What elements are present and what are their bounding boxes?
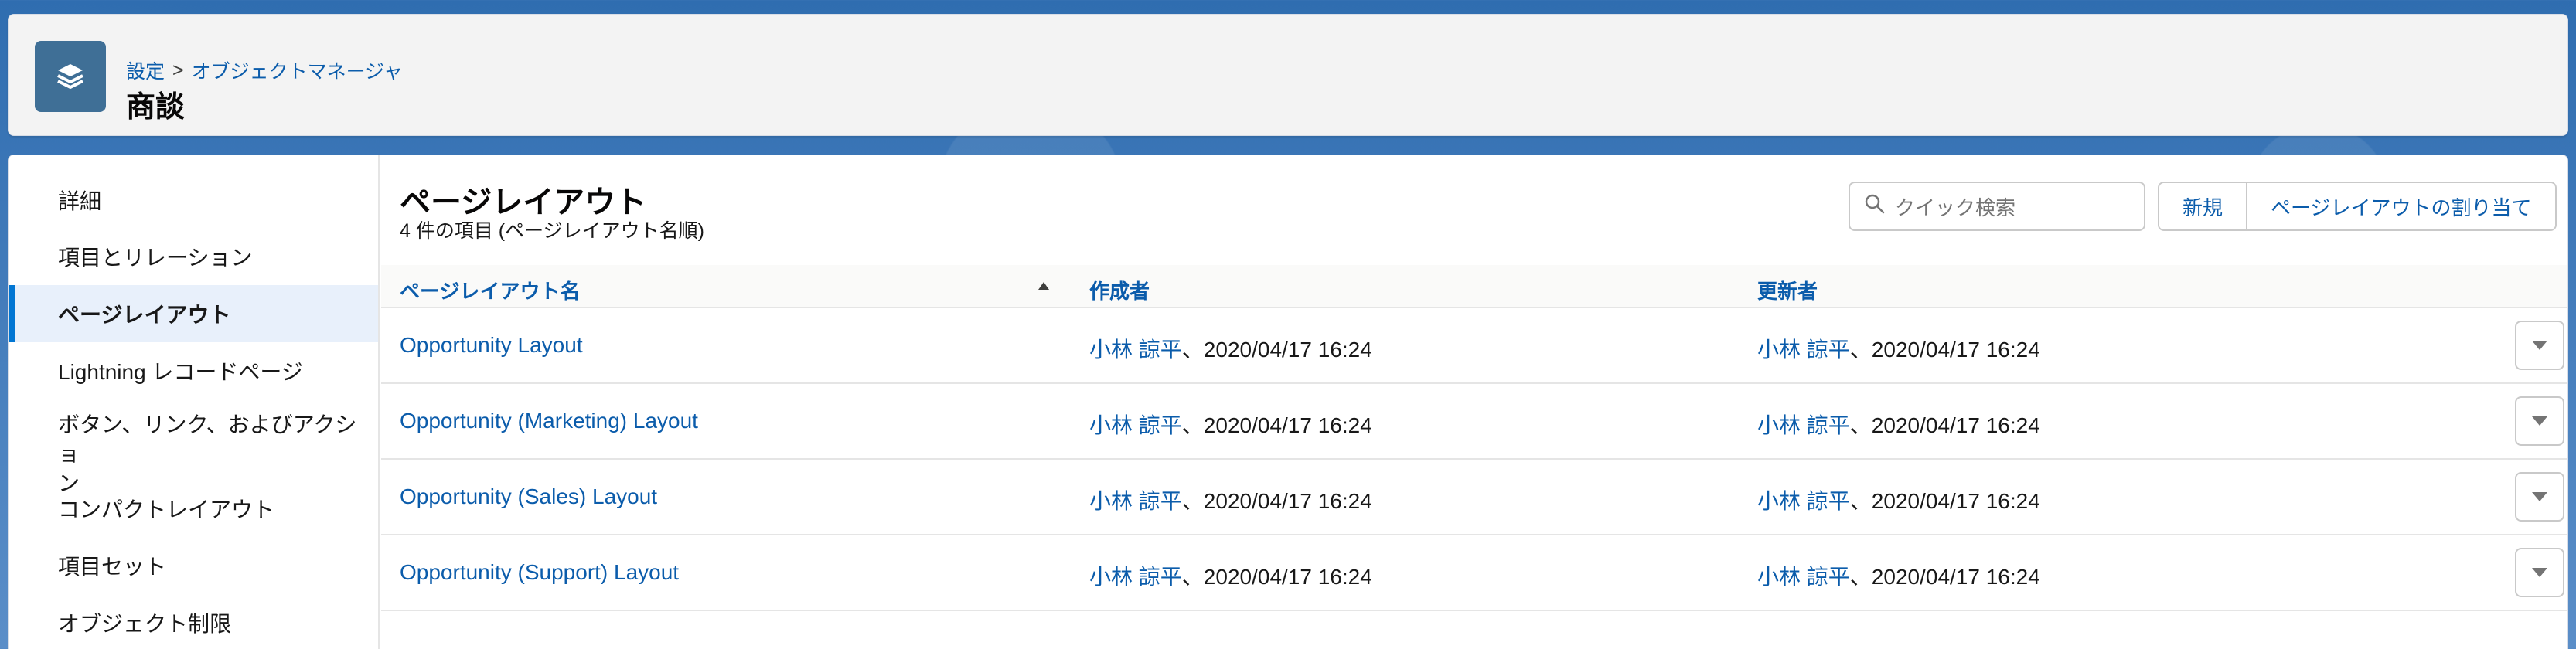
row-actions-button[interactable] — [2515, 472, 2564, 522]
created-by-user-link[interactable]: 小林 諒平 — [1089, 565, 1182, 589]
sidebar: 詳細 項目とリレーション ページレイアウト Lightning レコードページ … — [9, 155, 380, 649]
sort-ascending-icon[interactable] — [1038, 282, 1049, 290]
modified-date: 2020/04/17 16:24 — [1871, 338, 2040, 362]
created-by-user-link[interactable]: 小林 諒平 — [1089, 413, 1182, 437]
created-by-user-link[interactable]: 小林 諒平 — [1089, 489, 1182, 513]
sidebar-item-label: ボタン、リンク、およびアクショ — [58, 413, 357, 466]
created-separator: 、 — [1181, 489, 1204, 513]
modified-date: 2020/04/17 16:24 — [1871, 565, 2040, 589]
layout-name-link[interactable]: Opportunity (Sales) Layout — [400, 484, 657, 508]
layout-name-link[interactable]: Opportunity Layout — [400, 333, 583, 357]
created-date: 2020/04/17 16:24 — [1203, 413, 1372, 437]
new-button[interactable]: 新規 — [2159, 183, 2247, 229]
sidebar-item-label: コンパクトレイアウト — [58, 498, 275, 522]
main-card: 詳細 項目とリレーション ページレイアウト Lightning レコードページ … — [8, 155, 2568, 649]
column-header-modified-by[interactable]: 更新者 — [1757, 276, 1818, 304]
sidebar-item-label: 項目セット — [58, 555, 167, 579]
sidebar-item-compact-layouts[interactable]: コンパクトレイアウト — [9, 480, 378, 537]
sidebar-item-label: ページレイアウト — [58, 303, 231, 327]
table-row: Opportunity (Sales) Layout 小林 諒平、2020/04… — [381, 460, 2567, 535]
modified-date: 2020/04/17 16:24 — [1871, 489, 2040, 513]
layout-name-link[interactable]: Opportunity (Support) Layout — [400, 560, 679, 584]
table-header: ページレイアウト名 作成者 更新者 — [381, 265, 2567, 308]
sidebar-item-label: 詳細 — [58, 189, 102, 213]
created-by-user-link[interactable]: 小林 諒平 — [1089, 338, 1182, 362]
action-button-group: 新規 ページレイアウトの割り当て — [2158, 182, 2557, 231]
chevron-down-icon — [2532, 341, 2547, 350]
page-title: 商談 — [126, 91, 186, 124]
created-date: 2020/04/17 16:24 — [1203, 565, 1372, 589]
created-separator: 、 — [1181, 338, 1204, 362]
sidebar-item-object-limits[interactable]: オブジェクト制限 — [9, 594, 378, 649]
created-date: 2020/04/17 16:24 — [1203, 338, 1372, 362]
modified-by-user-link[interactable]: 小林 諒平 — [1757, 565, 1850, 589]
table-row: Opportunity (Marketing) Layout 小林 諒平、202… — [381, 384, 2567, 460]
column-header-name[interactable]: ページレイアウト名 — [400, 276, 580, 304]
row-actions-button[interactable] — [2515, 396, 2564, 446]
modified-separator: 、 — [1849, 413, 1872, 437]
item-count: 4 件の項目 (ページレイアウト名順) — [400, 220, 704, 242]
modified-separator: 、 — [1849, 338, 1872, 362]
sidebar-item-page-layouts[interactable]: ページレイアウト — [9, 285, 378, 342]
sidebar-item-field-sets[interactable]: 項目セット — [9, 537, 378, 594]
created-separator: 、 — [1181, 413, 1204, 437]
row-actions-button[interactable] — [2515, 548, 2564, 597]
sidebar-item-fields-relationships[interactable]: 項目とリレーション — [9, 228, 378, 285]
search-placeholder: クイック検索 — [1895, 195, 2016, 219]
modified-by-user-link[interactable]: 小林 諒平 — [1757, 338, 1850, 362]
search-icon — [1864, 193, 1886, 220]
breadcrumb: 設定 > オブジェクトマネージャ — [126, 56, 403, 84]
modified-separator: 、 — [1849, 565, 1872, 589]
created-date: 2020/04/17 16:24 — [1203, 489, 1372, 513]
chevron-down-icon — [2532, 568, 2547, 577]
chevron-down-icon — [2532, 416, 2547, 426]
modified-by-user-link[interactable]: 小林 諒平 — [1757, 489, 1850, 513]
table-row: Opportunity (Support) Layout 小林 諒平、2020/… — [381, 535, 2567, 611]
chevron-down-icon — [2532, 492, 2547, 501]
quick-search-input[interactable]: クイック検索 — [1849, 182, 2145, 231]
layout-name-link[interactable]: Opportunity (Marketing) Layout — [400, 409, 698, 433]
layers-icon — [35, 41, 106, 112]
created-separator: 、 — [1181, 565, 1204, 589]
breadcrumb-separator: > — [172, 59, 184, 81]
sidebar-item-buttons-links-actions[interactable]: ボタン、リンク、およびアクショ ン — [9, 399, 378, 495]
column-header-created-by[interactable]: 作成者 — [1089, 276, 1150, 304]
breadcrumb-object-manager-link[interactable]: オブジェクトマネージャ — [192, 56, 403, 84]
sidebar-item-label: Lightning レコードページ — [58, 360, 303, 384]
breadcrumb-setup-link[interactable]: 設定 — [126, 56, 165, 84]
row-actions-button[interactable] — [2515, 321, 2564, 370]
sidebar-item-lightning-record-pages[interactable]: Lightning レコードページ — [9, 342, 378, 399]
modified-by-user-link[interactable]: 小林 諒平 — [1757, 413, 1850, 437]
object-header: 設定 > オブジェクトマネージャ 商談 — [8, 14, 2568, 136]
sidebar-item-label: オブジェクト制限 — [58, 612, 232, 636]
sidebar-item-label: 項目とリレーション — [58, 246, 253, 270]
modified-date: 2020/04/17 16:24 — [1871, 413, 2040, 437]
page-layout-assignment-button[interactable]: ページレイアウトの割り当て — [2246, 183, 2555, 229]
sidebar-item-details[interactable]: 詳細 — [9, 172, 378, 228]
page-layouts-panel: ページレイアウト 4 件の項目 (ページレイアウト名順) クイック検索 新規 ペ… — [381, 155, 2567, 649]
table-row: Opportunity Layout 小林 諒平、2020/04/17 16:2… — [381, 308, 2567, 384]
modified-separator: 、 — [1849, 489, 1872, 513]
